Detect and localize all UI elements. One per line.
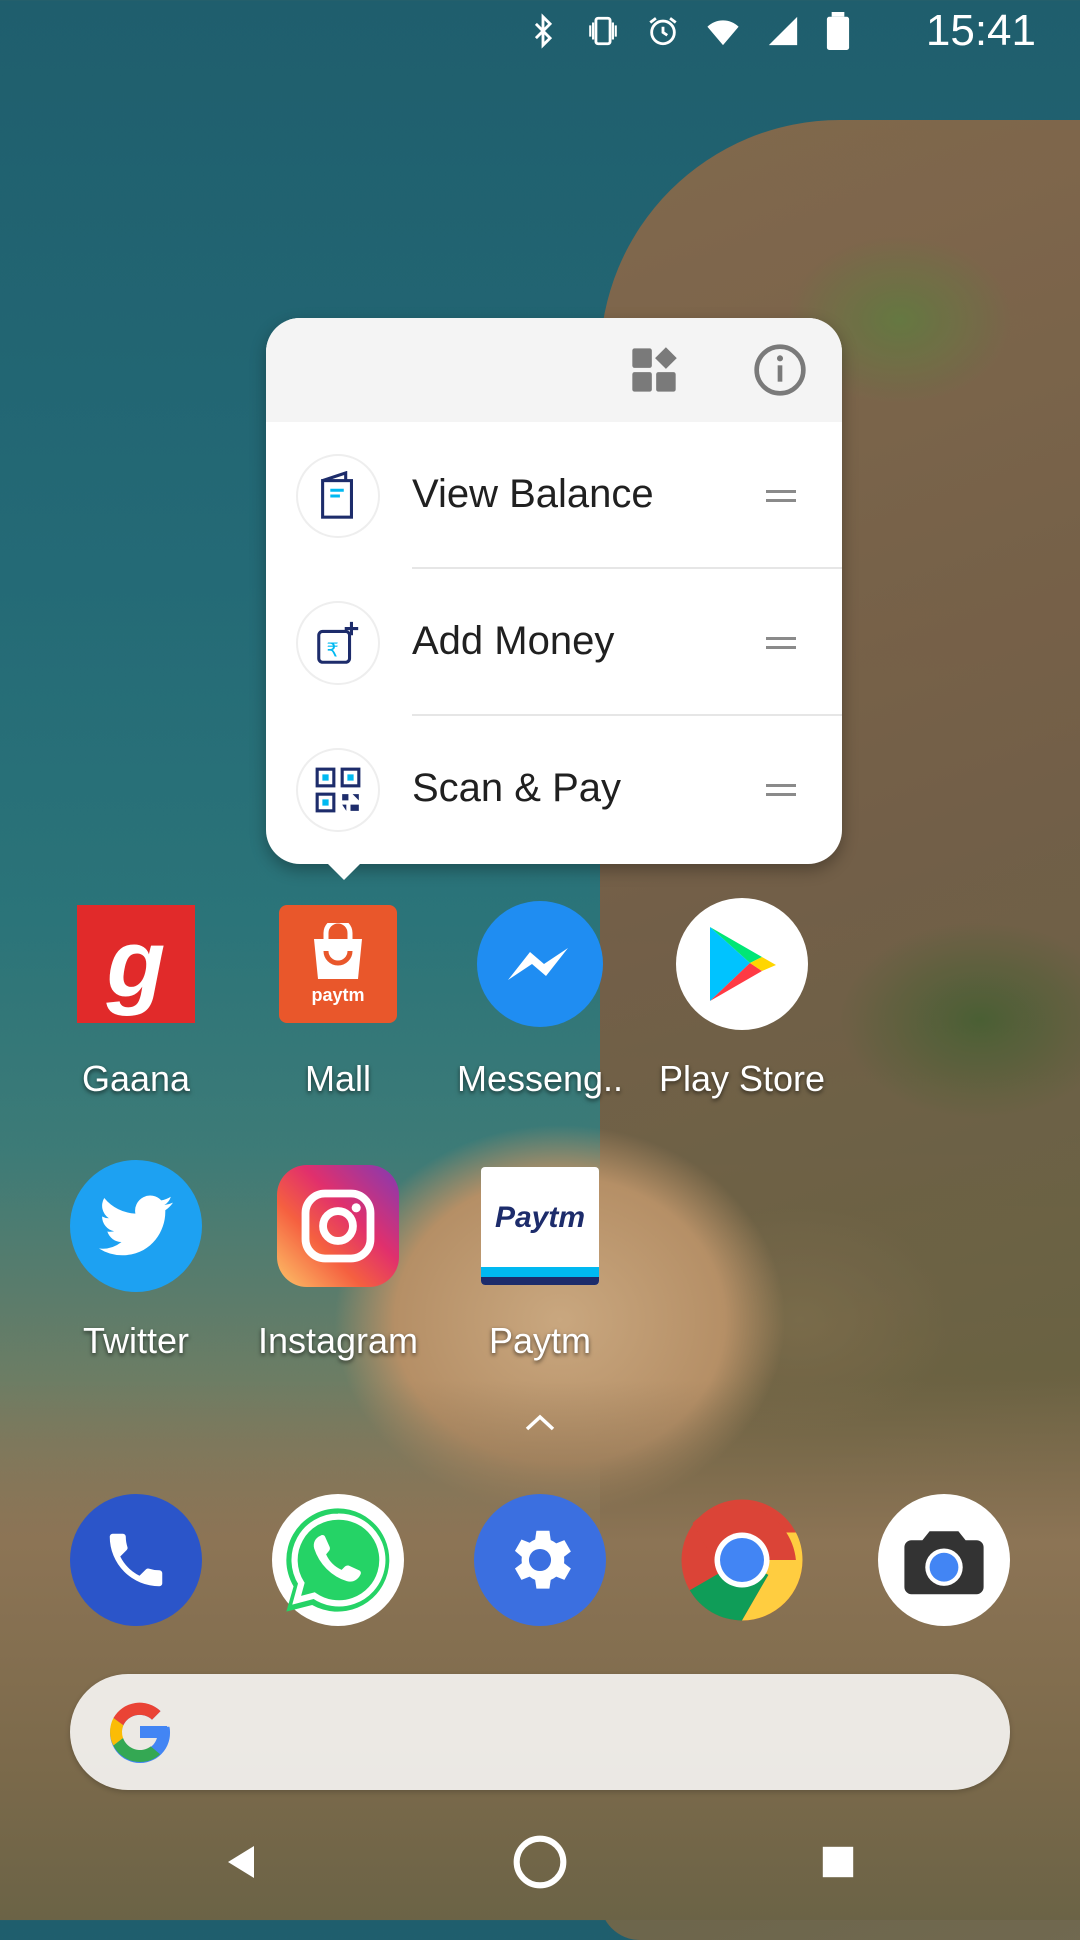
settings-app[interactable] <box>474 1494 606 1626</box>
alarm-icon <box>649 17 677 46</box>
recents-button[interactable] <box>810 1834 866 1890</box>
app-label: Mall <box>304 1058 371 1099</box>
app-label: Messeng.. <box>456 1058 624 1099</box>
app-info-icon <box>754 344 806 396</box>
widgets-icon <box>632 347 677 392</box>
app-label: Play Store <box>658 1058 826 1099</box>
wallet-icon <box>296 454 380 538</box>
paytm-mall-icon: paytm <box>279 905 397 1023</box>
popup-header <box>266 318 842 422</box>
back-button[interactable] <box>214 1834 270 1890</box>
popup-pointer <box>328 864 360 880</box>
google-search-bar[interactable] <box>70 1674 1010 1790</box>
settings-icon <box>514 1530 571 1589</box>
app-instagram[interactable]: Instagram <box>238 1160 438 1362</box>
whatsapp-icon <box>286 1508 390 1612</box>
add-money-icon: ₹ <box>296 601 380 685</box>
google-logo-icon <box>110 1702 171 1764</box>
paytm-stripe-dark <box>481 1277 599 1285</box>
phone-icon <box>109 1533 163 1587</box>
paytm-icon: Paytm <box>481 1167 599 1285</box>
instagram-icon <box>277 1165 399 1287</box>
drag-handle-icon[interactable] <box>766 784 796 802</box>
shortcut-view-balance[interactable]: View Balance <box>266 422 842 569</box>
drag-handle-icon[interactable] <box>766 637 796 655</box>
chrome-icon <box>681 1499 803 1621</box>
bluetooth-icon <box>534 13 553 49</box>
app-paytm[interactable]: Paytm Paytm <box>440 1160 640 1362</box>
shortcut-label: Scan & Pay <box>412 766 622 810</box>
app-drawer-arrow-icon[interactable] <box>524 1412 556 1432</box>
svg-text:₹: ₹ <box>326 638 338 661</box>
vibrate-icon <box>589 16 617 46</box>
whatsapp-app[interactable] <box>272 1494 404 1626</box>
gaana-logo: g <box>106 910 166 1017</box>
drag-handle-icon[interactable] <box>766 490 796 508</box>
app-mall[interactable]: paytm Mall <box>238 898 438 1100</box>
chrome-app[interactable] <box>676 1494 808 1626</box>
camera-icon <box>904 1531 984 1595</box>
shortcut-label: Add Money <box>412 619 615 663</box>
signal-icon <box>768 16 798 46</box>
app-label: Gaana <box>81 1058 191 1099</box>
app-gaana[interactable]: g Gaana <box>36 898 236 1100</box>
app-label: Twitter <box>82 1320 189 1361</box>
shortcut-add-money[interactable]: ₹ Add Money <box>266 569 842 716</box>
camera-app[interactable] <box>878 1494 1010 1626</box>
paytm-stripe <box>481 1267 599 1277</box>
home-button[interactable] <box>512 1834 568 1890</box>
paytm-wordmark: Paytm <box>494 1201 586 1234</box>
gaana-icon: g <box>77 905 195 1023</box>
home-icon <box>513 1835 567 1889</box>
shortcut-label: View Balance <box>412 472 654 516</box>
app-twitter[interactable]: Twitter <box>36 1160 236 1362</box>
wifi-icon <box>707 20 739 46</box>
twitter-icon <box>70 1160 202 1292</box>
widgets-button[interactable] <box>626 342 682 398</box>
paytm-mall-wordmark: paytm <box>311 984 365 1005</box>
status-bar: 15:41 <box>0 0 1080 64</box>
app-shortcuts-popup: View Balance ₹ Add Money Scan & Pay <box>266 318 842 880</box>
status-time: 15:41 <box>925 6 1036 55</box>
app-play-store[interactable]: Play Store <box>642 898 842 1100</box>
recents-icon <box>822 1846 854 1878</box>
shortcut-scan-pay[interactable]: Scan & Pay <box>266 716 842 863</box>
back-icon <box>228 1846 254 1878</box>
play-store-icon <box>676 898 808 1030</box>
app-info-button[interactable] <box>752 342 808 398</box>
app-label: Instagram <box>257 1320 419 1361</box>
qr-code-icon <box>296 748 380 832</box>
app-label: Paytm <box>488 1320 592 1361</box>
battery-icon <box>826 12 850 50</box>
messenger-icon <box>477 901 603 1027</box>
navigation-bar <box>0 1800 1080 1920</box>
phone-app[interactable] <box>70 1494 202 1626</box>
app-messenger[interactable]: Messeng.. <box>440 898 640 1100</box>
